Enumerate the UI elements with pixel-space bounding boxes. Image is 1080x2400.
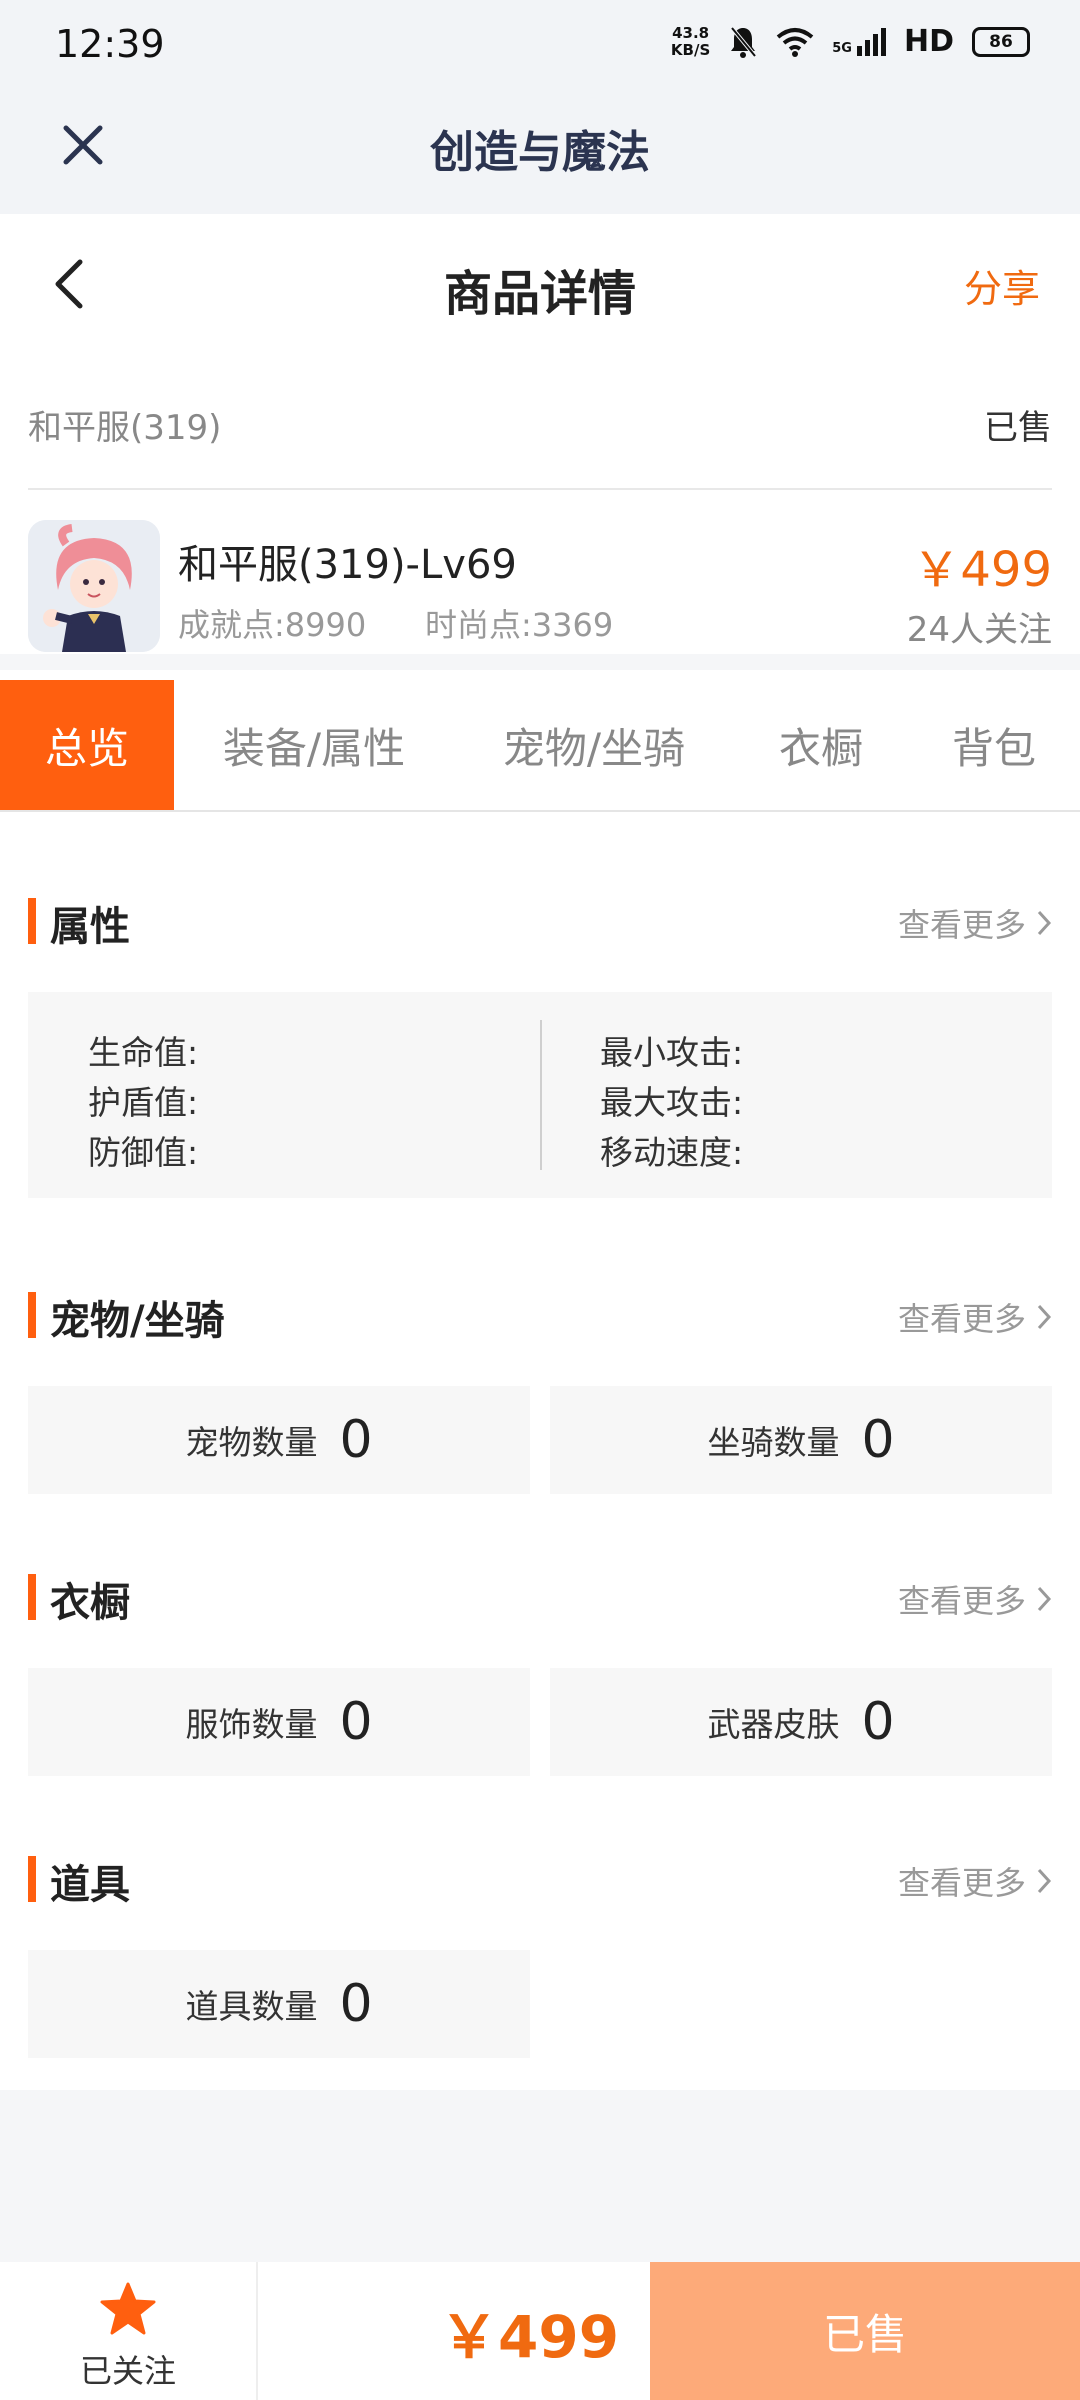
signal-icon: 5G — [832, 27, 886, 56]
more-label: 查看更多 — [897, 1582, 1026, 1620]
page-title: 商品详情 — [443, 266, 636, 322]
star-icon — [100, 2282, 156, 2335]
attributes-title: 属性 — [50, 904, 130, 950]
mount-count-card: 坐骑数量 0 — [550, 1386, 1052, 1494]
tab-wardrobe[interactable]: 衣橱 — [734, 680, 908, 810]
outfit-count-label: 服饰数量 — [185, 1705, 318, 1744]
tab-equipment[interactable]: 装备/属性 — [174, 680, 454, 810]
chevron-right-icon — [1037, 1868, 1052, 1894]
attr-move-speed: 移动速度: — [600, 1133, 744, 1172]
section-marker — [28, 1574, 36, 1620]
weapon-skin-label: 武器皮肤 — [707, 1705, 840, 1744]
tab-pets-mounts[interactable]: 宠物/坐骑 — [454, 680, 734, 810]
wardrobe-title: 衣橱 — [50, 1580, 130, 1626]
section-marker — [28, 898, 36, 944]
attributes-panel: 生命值: 护盾值: 防御值: 最小攻击: 最大攻击: 移动速度: — [28, 992, 1052, 1198]
product-detail: 商品详情 分享 和平服(319) 已售 和平服(319)-Lv69 成就点:89… — [0, 214, 1080, 2090]
net-speed-unit: KB/S — [670, 40, 711, 59]
attr-defense: 防御值: — [88, 1133, 199, 1172]
chevron-right-icon — [1037, 1304, 1052, 1330]
item-name: 和平服(319)-Lv69 — [178, 542, 517, 588]
item-count-value: 0 — [339, 1974, 373, 2034]
divider — [28, 488, 1052, 490]
items-more-link[interactable]: 查看更多 — [898, 1858, 1052, 1904]
sold-button[interactable]: 已售 — [650, 2262, 1080, 2400]
attributes-more-link[interactable]: 查看更多 — [898, 900, 1052, 946]
wardrobe-more-link[interactable]: 查看更多 — [898, 1576, 1052, 1622]
status-badge: 已售 — [984, 408, 1052, 448]
item-count-label: 道具数量 — [185, 1987, 318, 2026]
tab-backpack[interactable]: 背包 — [908, 680, 1080, 810]
attr-max-attack: 最大攻击: — [600, 1083, 744, 1122]
outfit-count-card: 服饰数量 0 — [28, 1668, 530, 1776]
net-speed-value: 43.8 — [672, 23, 710, 42]
attr-shield: 护盾值: — [88, 1083, 199, 1122]
pet-count-label: 宠物数量 — [185, 1423, 318, 1462]
share-button[interactable]: 分享 — [964, 258, 1040, 313]
net-speed: 43.8 KB/S — [670, 23, 711, 59]
battery-icon: 86 — [972, 26, 1030, 57]
attr-divider — [540, 1020, 542, 1170]
app-title: 创造与魔法 — [430, 127, 650, 178]
section-spacer — [0, 654, 1080, 670]
avatar — [28, 520, 160, 652]
section-marker — [28, 1292, 36, 1338]
mount-count-label: 坐骑数量 — [707, 1423, 840, 1462]
follower-count: 24人关注 — [906, 610, 1052, 650]
chevron-right-icon — [1037, 1586, 1052, 1612]
server-name: 和平服(319) — [28, 408, 222, 448]
outfit-count-value: 0 — [339, 1692, 373, 1752]
more-label: 查看更多 — [897, 906, 1026, 944]
items-title: 道具 — [50, 1862, 130, 1908]
status-time: 12:39 — [55, 22, 165, 66]
mount-count-value: 0 — [861, 1410, 895, 1470]
wifi-icon — [776, 27, 814, 57]
weapon-skin-value: 0 — [861, 1692, 895, 1752]
attr-hp: 生命值: — [88, 1033, 199, 1072]
tab-bar: 总览 装备/属性 宠物/坐骑 衣橱 背包 — [0, 680, 1080, 812]
mute-bell-icon — [730, 26, 757, 58]
network-type: 5G — [832, 40, 852, 56]
pet-count-value: 0 — [339, 1410, 373, 1470]
pet-count-card: 宠物数量 0 — [28, 1386, 530, 1494]
tab-overview[interactable]: 总览 — [0, 680, 174, 810]
fashion-points: 时尚点:3369 — [425, 606, 614, 644]
character-image — [28, 520, 160, 652]
status-bar: 12:39 43.8 KB/S 5G HD 86 — [0, 0, 1080, 90]
section-marker — [28, 1856, 36, 1902]
weapon-skin-card: 武器皮肤 0 — [550, 1668, 1052, 1776]
bottom-bar: 已关注 ￥499 已售 — [0, 2262, 1080, 2400]
bottom-price: ￥499 — [440, 2303, 620, 2371]
more-label: 查看更多 — [897, 1300, 1026, 1338]
item-count-card: 道具数量 0 — [28, 1950, 530, 2058]
pets-title: 宠物/坐骑 — [50, 1298, 225, 1344]
achievement-points: 成就点:8990 — [178, 606, 367, 644]
pets-more-link[interactable]: 查看更多 — [898, 1294, 1052, 1340]
item-price: ￥499 — [912, 542, 1052, 598]
hd-indicator: HD — [903, 24, 954, 59]
status-icons: 43.8 KB/S 5G HD 86 — [671, 24, 1030, 59]
chevron-right-icon — [1037, 910, 1052, 936]
app-bar: 创造与魔法 — [0, 90, 1080, 214]
follow-label: 已关注 — [79, 2352, 176, 2390]
more-label: 查看更多 — [897, 1864, 1026, 1902]
attr-min-attack: 最小攻击: — [600, 1033, 744, 1072]
follow-button[interactable]: 已关注 — [0, 2262, 258, 2400]
